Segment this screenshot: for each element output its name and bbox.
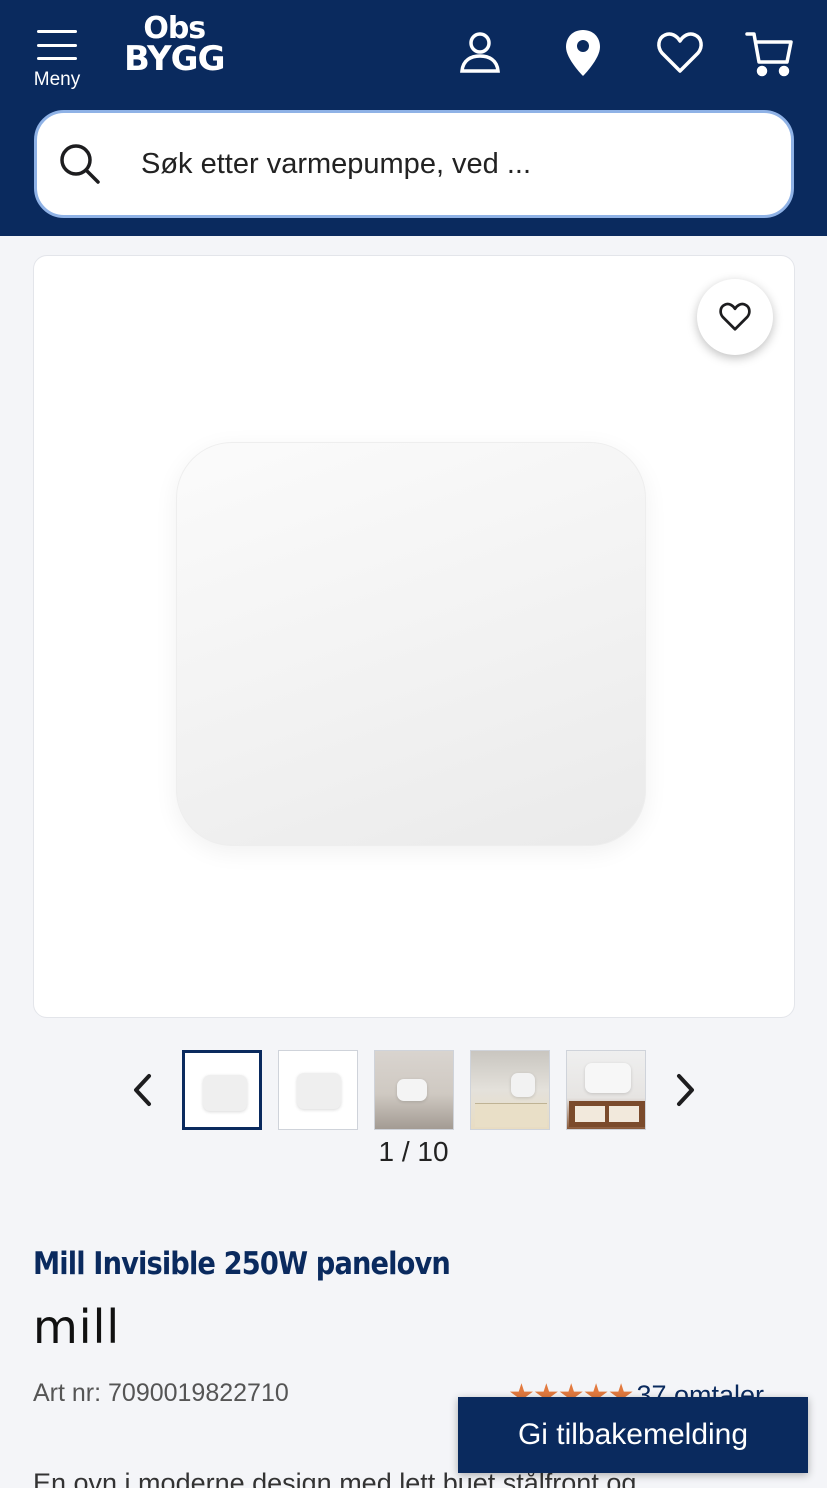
logo-line-2: BYGG: [124, 39, 225, 79]
thumbnail[interactable]: [470, 1050, 550, 1130]
heart-outline-icon: [719, 302, 751, 331]
logo[interactable]: Obs BYGG: [124, 14, 225, 79]
search-bar[interactable]: [34, 110, 794, 218]
thumbnail[interactable]: [278, 1050, 358, 1130]
thumbnail[interactable]: [374, 1050, 454, 1130]
heart-icon[interactable]: [655, 28, 705, 78]
thumbnail[interactable]: [182, 1050, 262, 1130]
cart-icon[interactable]: [745, 28, 795, 78]
next-arrow-icon[interactable]: [670, 1068, 700, 1112]
hamburger-icon: [37, 30, 77, 60]
article-number: Art nr: 7090019822710: [33, 1379, 289, 1407]
brand-logo[interactable]: mill: [33, 1300, 120, 1354]
search-icon: [60, 144, 100, 184]
feedback-button[interactable]: Gi tilbakemelding: [458, 1397, 808, 1473]
menu-label: Meny: [33, 69, 81, 90]
account-icon[interactable]: [455, 28, 505, 78]
favorite-button[interactable]: [697, 279, 773, 355]
image-counter: 1 / 10: [378, 1136, 449, 1167]
menu-button[interactable]: Meny: [28, 28, 86, 92]
location-icon[interactable]: [558, 28, 608, 78]
product-image[interactable]: [176, 442, 646, 846]
header: Meny Obs BYGG: [0, 0, 827, 236]
thumbnail-strip: [0, 1050, 827, 1130]
product-image-card: [33, 255, 795, 1018]
prev-arrow-icon[interactable]: [128, 1068, 158, 1112]
product-title: Mill Invisible 250W panelovn: [33, 1246, 451, 1282]
thumbnail[interactable]: [566, 1050, 646, 1130]
search-input[interactable]: [141, 147, 741, 181]
page: Meny Obs BYGG Søk etter varmepumpe, ved …: [0, 0, 827, 1488]
